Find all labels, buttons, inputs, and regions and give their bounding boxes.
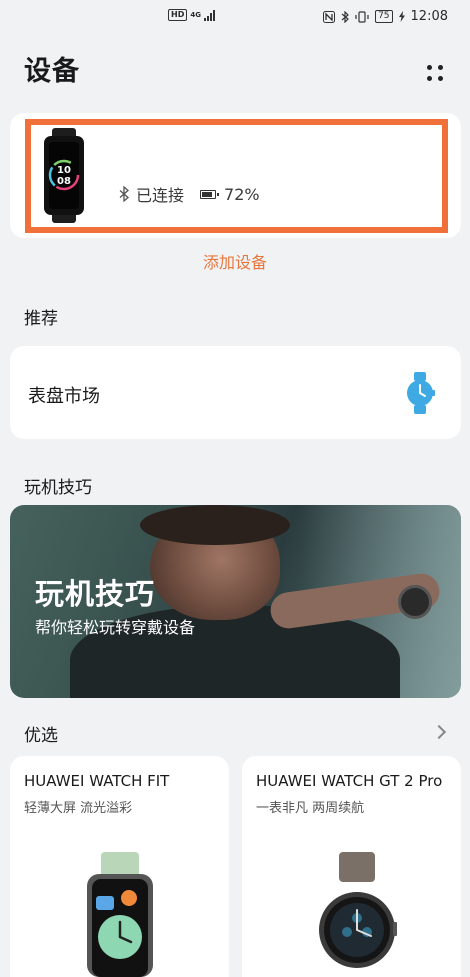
more-dots-icon[interactable]	[424, 62, 446, 84]
status-bar-time: 12:08	[410, 9, 448, 24]
banner-subtitle: 帮你轻松玩转穿戴设备	[35, 618, 196, 637]
device-connection-row: 已连接 72%	[118, 182, 260, 206]
battery-icon	[200, 189, 220, 199]
band-device-image: 10 08	[44, 128, 84, 223]
header: 设备	[24, 52, 446, 96]
product-card-watch-fit[interactable]: HUAWEI WATCH FIT 轻薄大屏 流光溢彩	[10, 756, 229, 977]
svg-text:10: 10	[57, 165, 71, 176]
watch-gt2-pro-image	[319, 852, 397, 968]
charging-icon	[398, 11, 405, 22]
chevron-right-icon[interactable]	[431, 724, 447, 740]
page-title: 设备	[24, 56, 80, 87]
banner-title: 玩机技巧	[35, 577, 156, 611]
connection-status: 已连接	[136, 186, 185, 205]
bluetooth-icon	[341, 10, 349, 23]
tips-section-title: 玩机技巧	[24, 478, 92, 498]
picks-section-title: 优选	[24, 726, 58, 746]
watchface-market-card[interactable]: 表盘市场	[10, 346, 461, 439]
status-bar: HD 4G 75 12:08	[0, 0, 470, 34]
status-bar-network: HD 4G	[168, 9, 215, 21]
svg-text:08: 08	[57, 176, 71, 187]
watch-icon	[407, 372, 435, 414]
network-type: 4G	[190, 10, 201, 19]
battery-status-badge: 75	[375, 10, 393, 23]
add-device-button[interactable]: 添加设备	[0, 249, 470, 273]
bluetooth-icon	[119, 186, 129, 202]
signal-icon	[203, 9, 215, 21]
product-description: 一表非凡 两周续航	[256, 801, 365, 816]
hd-badge: HD	[168, 9, 188, 21]
device-card-highlight	[25, 119, 448, 233]
picks-header[interactable]: 优选	[24, 719, 447, 747]
product-description: 轻薄大屏 流光溢彩	[24, 801, 133, 816]
product-name: HUAWEI WATCH GT 2 Pro	[256, 772, 443, 790]
watchface-market-label: 表盘市场	[28, 386, 100, 407]
tips-banner[interactable]: 玩机技巧 帮你轻松玩转穿戴设备	[10, 505, 461, 698]
product-name: HUAWEI WATCH FIT	[24, 772, 170, 790]
banner-watch-image	[398, 585, 432, 619]
vibrate-icon	[355, 10, 369, 23]
product-card-watch-gt2-pro[interactable]: HUAWEI WATCH GT 2 Pro 一表非凡 两周续航	[242, 756, 461, 977]
banner-person-hair	[140, 505, 290, 545]
watch-fit-image	[87, 852, 153, 977]
nfc-icon	[323, 10, 336, 23]
recommend-section-title: 推荐	[24, 309, 58, 329]
status-bar-right: 75 12:08	[323, 9, 448, 24]
device-battery-level: 72%	[224, 184, 260, 204]
